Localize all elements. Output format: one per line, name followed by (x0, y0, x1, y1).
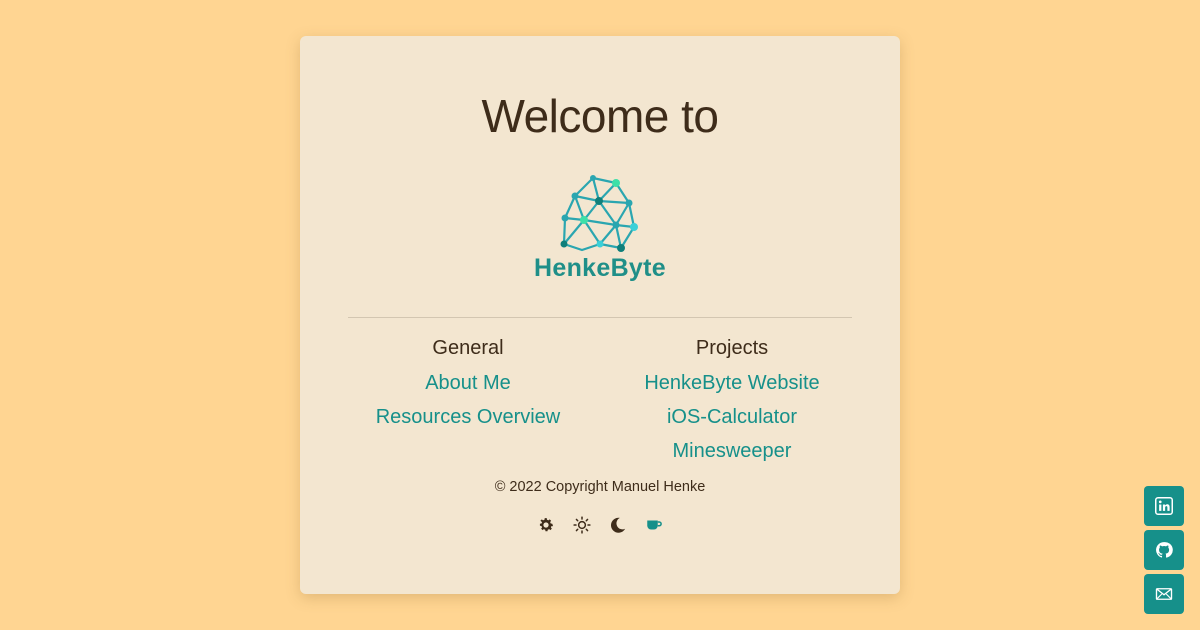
gear-icon[interactable] (536, 514, 556, 536)
divider (348, 317, 852, 318)
coffee-cup-icon[interactable] (644, 514, 664, 536)
general-heading: General (432, 337, 504, 359)
general-section: General About Me Resources Overview (343, 334, 593, 434)
projects-section: Projects HenkeByte Website iOS-Calculato… (607, 334, 857, 468)
mail-button[interactable] (1144, 574, 1184, 614)
copyright-text: © 2022 Copyright Manuel Henke (494, 479, 706, 495)
sun-icon[interactable] (572, 514, 592, 536)
linkedin-icon (1155, 497, 1173, 515)
link-minesweeper[interactable]: Minesweeper (607, 434, 857, 468)
link-ios-calculator[interactable]: iOS-Calculator (607, 400, 857, 434)
theme-switcher (530, 514, 670, 536)
link-resources-overview[interactable]: Resources Overview (343, 400, 593, 434)
page-title: Welcome to (481, 90, 719, 142)
mail-icon (1155, 588, 1173, 600)
linkedin-button[interactable] (1144, 486, 1184, 526)
github-button[interactable] (1144, 530, 1184, 570)
moon-icon[interactable] (608, 514, 628, 536)
network-brain-logo-icon (560, 175, 638, 252)
brand-name: HenkeByte (534, 254, 666, 282)
link-about-me[interactable]: About Me (343, 366, 593, 400)
link-henkebyte-website[interactable]: HenkeByte Website (607, 366, 857, 400)
github-icon (1156, 542, 1173, 558)
projects-heading: Projects (695, 337, 769, 359)
welcome-card: Welcome to HenkeByte General About Me Re… (300, 36, 900, 594)
